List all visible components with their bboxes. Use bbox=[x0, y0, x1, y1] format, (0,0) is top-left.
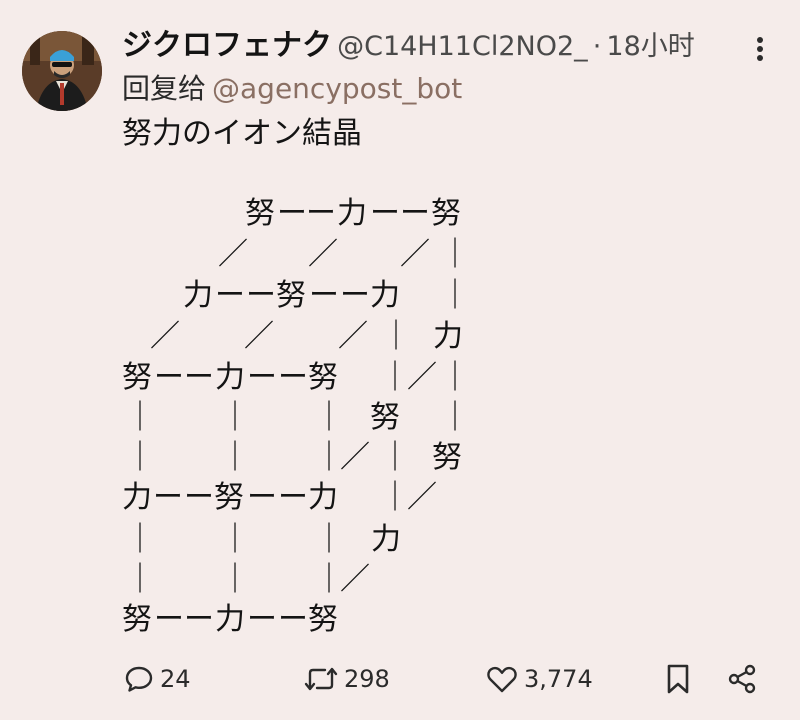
bar-glyph: ｜ bbox=[314, 400, 344, 435]
tsutome-glyph: 努 bbox=[122, 360, 152, 395]
tsutome-glyph: 努 bbox=[245, 196, 275, 231]
reply-count: 24 bbox=[160, 665, 191, 693]
bar-glyph: ｜ bbox=[220, 522, 250, 557]
share-button[interactable] bbox=[726, 655, 758, 703]
tsutome-glyph: 努 bbox=[308, 360, 338, 395]
share-icon bbox=[726, 663, 758, 695]
bar-glyph: ｜ bbox=[125, 522, 155, 557]
timestamp[interactable]: 18小时 bbox=[606, 31, 694, 62]
ascii-art-crystal: 努ーー力ーー努／／／｜力ーー努ーー力｜／／／｜力努ーー力ーー努｜／｜｜｜｜努｜｜… bbox=[0, 0, 800, 720]
slash-glyph: ／ bbox=[150, 319, 180, 354]
slash-glyph: ／ bbox=[340, 440, 370, 475]
bar-glyph: ｜ bbox=[380, 480, 410, 515]
reply-to-handle[interactable]: @agencypost_bot bbox=[212, 72, 462, 105]
chikara-glyph: 力 bbox=[122, 480, 152, 515]
reply-to-line: 回复给 @agencypost_bot bbox=[122, 70, 462, 108]
tsutome-glyph: 努 bbox=[431, 196, 461, 231]
bar-glyph: ｜ bbox=[125, 440, 155, 475]
action-bar: 24 298 3,774 bbox=[0, 655, 800, 703]
post: ジクロフェナク @C14H11Cl2NO2_ · 18小时 回复给 @agency… bbox=[0, 0, 800, 720]
repost-button[interactable]: 298 bbox=[304, 655, 390, 703]
tsutome-glyph: 努 bbox=[122, 602, 152, 637]
dash-glyph: ー bbox=[215, 278, 245, 313]
repost-icon bbox=[304, 664, 338, 694]
bar-glyph: ｜ bbox=[220, 400, 250, 435]
slash-glyph: ／ bbox=[340, 562, 370, 597]
chikara-glyph: 力 bbox=[370, 278, 400, 313]
bookmark-icon bbox=[664, 663, 692, 695]
bar-glyph: ｜ bbox=[440, 400, 470, 435]
bar-glyph: ｜ bbox=[220, 562, 250, 597]
like-button[interactable]: 3,774 bbox=[486, 655, 593, 703]
slash-glyph: ／ bbox=[218, 237, 248, 272]
dash-glyph: ー bbox=[309, 278, 339, 313]
slash-glyph: ／ bbox=[338, 319, 368, 354]
bar-glyph: ｜ bbox=[440, 237, 470, 272]
dash-glyph: ー bbox=[277, 196, 307, 231]
bar-glyph: ｜ bbox=[314, 522, 344, 557]
chikara-glyph: 力 bbox=[215, 360, 245, 395]
dash-glyph: ー bbox=[247, 360, 277, 395]
post-text: 努力のイオン結晶 bbox=[122, 116, 362, 151]
author-handle[interactable]: @C14H11Cl2NO2_ bbox=[337, 31, 588, 62]
display-name[interactable]: ジクロフェナク bbox=[122, 28, 332, 63]
avatar-image bbox=[22, 31, 102, 111]
chikara-glyph: 力 bbox=[215, 602, 245, 637]
bar-glyph: ｜ bbox=[314, 440, 344, 475]
bar-glyph: ｜ bbox=[440, 360, 470, 395]
tsutome-glyph: 努 bbox=[276, 278, 306, 313]
comment-icon bbox=[124, 664, 154, 694]
tsutome-glyph: 努 bbox=[370, 400, 400, 435]
dash-glyph: ー bbox=[306, 196, 336, 231]
slash-glyph: ／ bbox=[244, 319, 274, 354]
more-options-button[interactable] bbox=[745, 34, 775, 64]
dash-glyph: ー bbox=[246, 278, 276, 313]
dash-glyph: ー bbox=[370, 196, 400, 231]
more-vertical-icon bbox=[745, 34, 775, 64]
chikara-glyph: 力 bbox=[433, 319, 463, 354]
slash-glyph: ／ bbox=[308, 237, 338, 272]
bar-glyph: ｜ bbox=[125, 562, 155, 597]
slash-glyph: ／ bbox=[400, 237, 430, 272]
dash-glyph: ー bbox=[278, 360, 308, 395]
post-header: ジクロフェナク @C14H11Cl2NO2_ · 18小时 bbox=[122, 26, 722, 66]
repost-count: 298 bbox=[344, 665, 390, 693]
like-count: 3,774 bbox=[524, 665, 593, 693]
dash-glyph: ー bbox=[278, 480, 308, 515]
chikara-glyph: 力 bbox=[337, 196, 367, 231]
meta-separator: · bbox=[592, 31, 602, 62]
slash-glyph: ／ bbox=[407, 480, 437, 515]
bar-glyph: ｜ bbox=[380, 360, 410, 395]
reply-to-label: 回复给 bbox=[122, 72, 207, 105]
dash-glyph: ー bbox=[340, 278, 370, 313]
bar-glyph: ｜ bbox=[125, 400, 155, 435]
dash-glyph: ー bbox=[154, 360, 184, 395]
chikara-glyph: 力 bbox=[371, 522, 401, 557]
bar-glyph: ｜ bbox=[314, 562, 344, 597]
chikara-glyph: 力 bbox=[183, 278, 213, 313]
dash-glyph: ー bbox=[247, 480, 277, 515]
slash-glyph: ／ bbox=[407, 360, 437, 395]
dash-glyph: ー bbox=[154, 602, 184, 637]
dash-glyph: ー bbox=[247, 602, 277, 637]
dash-glyph: ー bbox=[400, 196, 430, 231]
heart-icon bbox=[486, 664, 518, 694]
bar-glyph: ｜ bbox=[440, 278, 470, 313]
bar-glyph: ｜ bbox=[381, 319, 411, 354]
bookmark-button[interactable] bbox=[664, 655, 692, 703]
bar-glyph: ｜ bbox=[380, 440, 410, 475]
tsutome-glyph: 努 bbox=[432, 440, 462, 475]
dash-glyph: ー bbox=[184, 602, 214, 637]
reply-button[interactable]: 24 bbox=[124, 655, 191, 703]
dash-glyph: ー bbox=[153, 480, 183, 515]
avatar[interactable] bbox=[22, 31, 102, 111]
bar-glyph: ｜ bbox=[220, 440, 250, 475]
tsutome-glyph: 努 bbox=[308, 602, 338, 637]
dash-glyph: ー bbox=[278, 602, 308, 637]
chikara-glyph: 力 bbox=[308, 480, 338, 515]
dash-glyph: ー bbox=[184, 480, 214, 515]
dash-glyph: ー bbox=[184, 360, 214, 395]
tsutome-glyph: 努 bbox=[214, 480, 244, 515]
